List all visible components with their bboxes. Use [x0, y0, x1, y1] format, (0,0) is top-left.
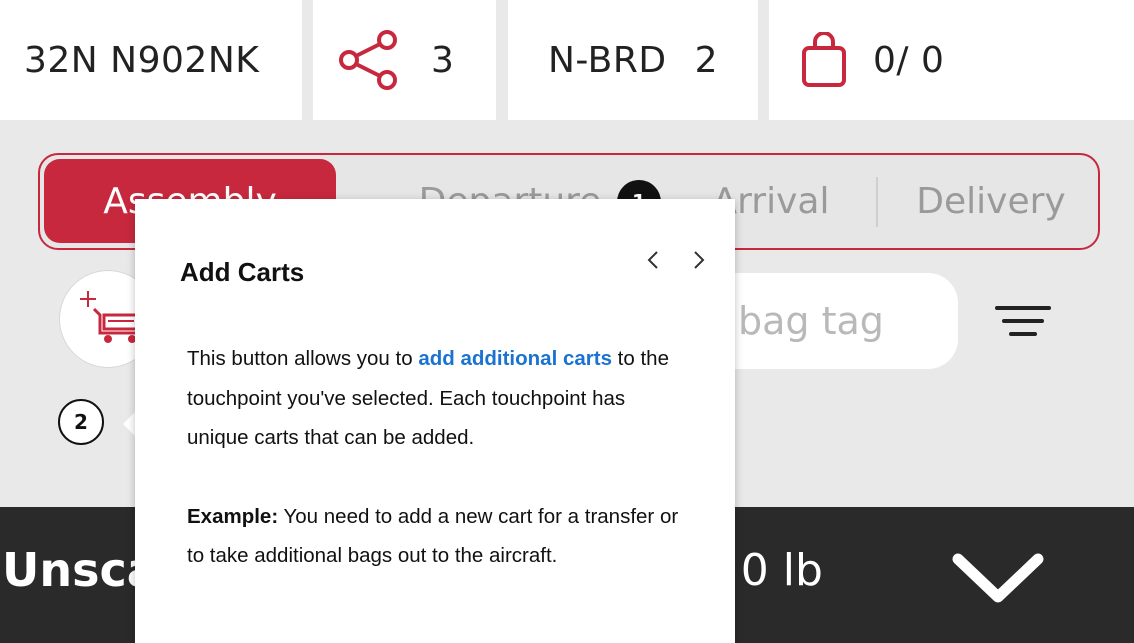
tab-divider: [876, 177, 878, 227]
example-label: Example:: [187, 504, 279, 528]
bag-count: 0/ 0: [873, 39, 945, 81]
bag-tile[interactable]: 0/ 0: [769, 0, 1134, 120]
description-lead: This button allows you to: [187, 347, 419, 370]
popover-description: This button allows you to add additional…: [187, 339, 687, 458]
filter-icon[interactable]: [995, 302, 1051, 342]
flight-tile[interactable]: 32N N902NK: [0, 0, 302, 120]
tour-popover: Add Carts This button allows you to add …: [135, 199, 735, 643]
step-badge-2: 2: [58, 399, 104, 445]
bag-icon: [802, 32, 846, 87]
bag-tag-search[interactable]: [700, 273, 958, 369]
share-icon: [339, 30, 397, 90]
chevron-right-icon[interactable]: [685, 247, 711, 273]
stand-code: N-BRD: [548, 39, 667, 81]
tab-delivery[interactable]: Delivery: [880, 155, 1098, 248]
popover-body: This button allows you to add additional…: [187, 339, 687, 576]
chevron-left-icon[interactable]: [641, 247, 667, 273]
flight-number: 32N N902NK: [24, 39, 260, 81]
share-tile[interactable]: 3: [313, 0, 496, 120]
bag-tag-input[interactable]: [736, 298, 950, 344]
chevron-down-icon[interactable]: [950, 547, 1046, 607]
description-highlight: add additional carts: [418, 347, 612, 370]
stand-tile[interactable]: N-BRD 2: [508, 0, 758, 120]
popover-title: Add Carts: [180, 257, 305, 287]
popover-example: Example: You need to add a new cart for …: [187, 497, 687, 576]
stand-count: 2: [694, 39, 718, 81]
flight-info-bar: 32N N902NK 3 N-BRD 2 0/ 0: [0, 0, 1134, 122]
share-count: 3: [431, 39, 455, 81]
